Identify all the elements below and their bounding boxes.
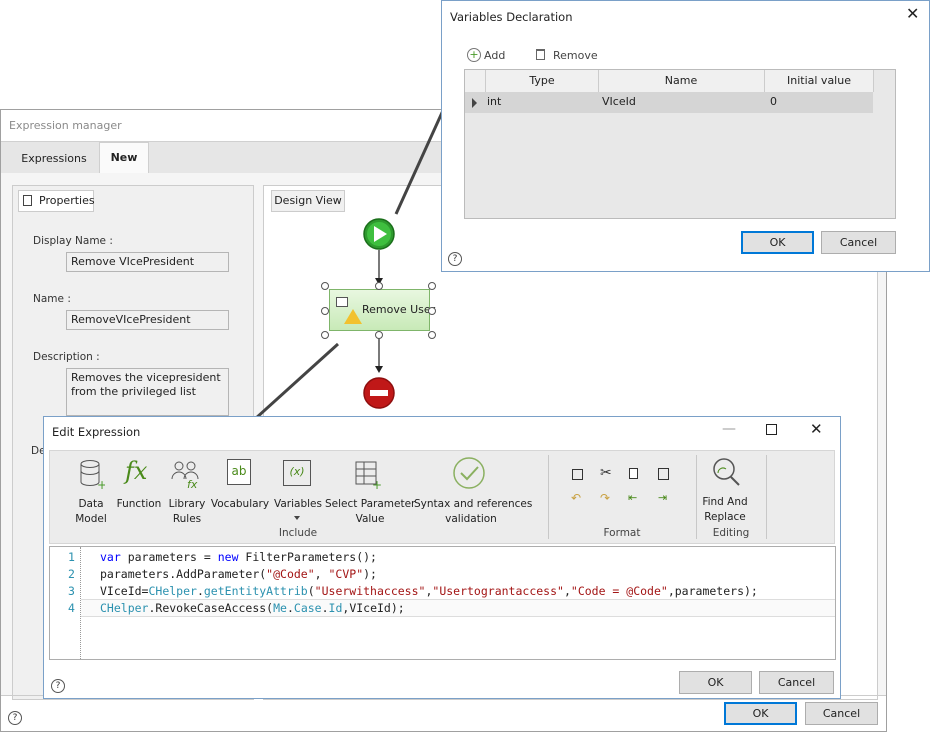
code-line-1[interactable]: var parameters = new FilterParameters(); [100, 550, 377, 564]
col-type[interactable]: Type [485, 70, 599, 92]
grid-header: Type Name Initial value [465, 70, 874, 93]
find-replace-icon [713, 458, 740, 486]
remove-label: Remove [553, 49, 598, 62]
variables-label: Variables [274, 498, 322, 510]
cell-name[interactable]: VIceId [602, 95, 636, 108]
variables-grid: Type Name Initial value int VIceId 0 [464, 69, 896, 219]
code-token: getEntityAttrib [203, 584, 308, 598]
edit-help-icon[interactable]: ? [51, 679, 65, 693]
variables-ok-button[interactable]: OK [741, 231, 814, 254]
variables-dropdown-icon[interactable] [294, 516, 300, 520]
close-icon[interactable]: ✕ [810, 421, 823, 437]
variables-title: Variables Declaration [450, 10, 573, 24]
code-token: "Usertograntaccess" [432, 584, 564, 598]
start-node[interactable] [363, 218, 395, 250]
selection-handles [321, 282, 436, 339]
library-rules-label: Library Rules [168, 498, 206, 525]
vocabulary-icon: ab [227, 459, 251, 485]
validation-check-icon [453, 457, 485, 489]
format-group: ✂ ↶ ↷ ⇤ ⇥ [566, 465, 676, 525]
code-token: "CVP" [328, 567, 364, 581]
code-token: Id [328, 601, 343, 615]
edit-cancel-button[interactable]: Cancel [759, 671, 834, 694]
code-token: var [100, 550, 121, 564]
ribbon-separator-3 [766, 455, 767, 539]
svg-text:fx: fx [187, 478, 198, 489]
maximize-icon[interactable] [766, 424, 777, 435]
line-number: 4 [68, 601, 75, 615]
database-icon: + [80, 460, 105, 489]
editing-group-label: Editing [712, 527, 750, 539]
include-group-label: Include [278, 527, 318, 539]
find-replace-label: Find And Replace [702, 496, 748, 523]
code-token: Me [273, 601, 287, 615]
svg-text:+: + [97, 478, 105, 489]
variables-dialog: Variables Declaration ✕ + Add Remove Typ… [441, 0, 930, 272]
paste-icon[interactable] [658, 468, 669, 480]
format-group-label: Format [603, 527, 641, 539]
col-initial-value[interactable]: Initial value [765, 70, 874, 92]
remove-button[interactable]: Remove [534, 48, 604, 64]
find-replace-button[interactable] [708, 457, 742, 497]
code-token: new [217, 550, 239, 564]
function-button[interactable]: fx [120, 457, 160, 527]
close-icon[interactable]: ✕ [906, 6, 919, 22]
indent-icon[interactable]: ⇥ [658, 491, 667, 504]
edit-ok-button[interactable]: OK [679, 671, 752, 694]
syntax-validation-label: Syntax and references validation [414, 498, 533, 525]
col-name[interactable]: Name [598, 70, 765, 92]
variables-help-icon[interactable]: ? [448, 252, 462, 266]
cut-icon[interactable]: ✂ [600, 465, 612, 481]
trash-icon [536, 49, 545, 60]
save-icon[interactable] [572, 469, 583, 480]
code-token: "Userwithaccess" [314, 584, 426, 598]
code-token: CHelper [100, 601, 149, 615]
redo-icon[interactable]: ↷ [600, 491, 610, 505]
data-model-label: Data Model [75, 498, 107, 525]
variables-cancel-button[interactable]: Cancel [821, 231, 896, 254]
vocabulary-button[interactable]: ab [224, 457, 258, 527]
add-icon: + [467, 48, 481, 62]
parameter-grid-icon: + [355, 461, 382, 489]
line-number-gutter [50, 547, 81, 659]
code-line-2[interactable]: parameters.AddParameter("@Code", "CVP"); [100, 567, 377, 581]
edit-expression-title: Edit Expression [52, 425, 141, 439]
code-token: CHelper [148, 584, 197, 598]
edit-expression-dialog: Edit Expression — ✕ + Data Model fx Func… [43, 416, 841, 699]
row-indicator-icon [472, 98, 477, 108]
line-number: 3 [68, 584, 75, 598]
undo-icon[interactable]: ↶ [571, 491, 581, 505]
ribbon-separator-1 [548, 455, 549, 539]
cell-type[interactable]: int [487, 95, 501, 108]
vocabulary-label: Vocabulary [210, 498, 270, 510]
variables-icon: (x) [283, 460, 311, 486]
cell-value[interactable]: 0 [770, 95, 777, 108]
end-node[interactable] [363, 377, 395, 409]
code-token: "Code = @Code" [570, 584, 668, 598]
line-number: 1 [68, 550, 75, 564]
outdent-icon[interactable]: ⇤ [628, 491, 637, 504]
svg-text:+: + [372, 478, 382, 489]
table-row[interactable]: int VIceId 0 [465, 92, 873, 113]
minimize-icon[interactable]: — [722, 421, 736, 437]
code-editor[interactable]: 1 2 3 4 var parameters = new FilterParam… [49, 546, 836, 660]
function-icon: fx [125, 457, 148, 485]
code-line-4[interactable]: CHelper.RevokeCaseAccess(Me.Case.Id,VIce… [100, 601, 405, 615]
code-token: "@Code" [266, 567, 315, 581]
line-number: 2 [68, 567, 75, 581]
add-label: Add [484, 49, 506, 62]
select-parameter-label: Select Parameter Value [325, 498, 416, 525]
function-label: Function [116, 498, 162, 510]
code-line-3[interactable]: VIceId=CHelper.getEntityAttrib("Userwith… [100, 584, 758, 598]
library-rules-icon: fx [171, 461, 199, 489]
code-token: Case [293, 601, 322, 615]
copy-icon[interactable] [629, 468, 638, 479]
